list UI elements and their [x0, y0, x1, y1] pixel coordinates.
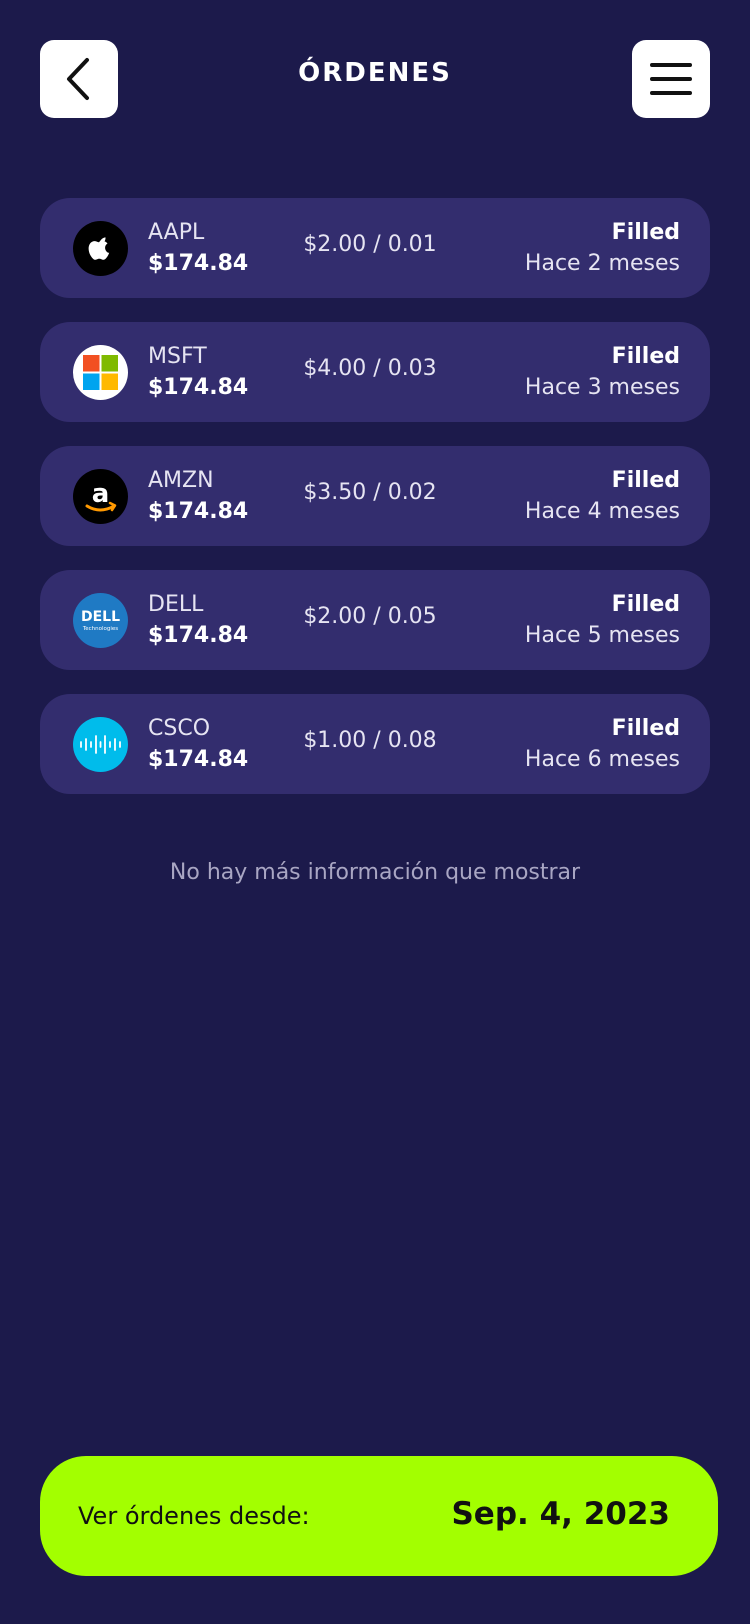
order-status: Filled	[611, 716, 680, 741]
ticker-price: $174.84	[148, 499, 249, 524]
order-card[interactable]: a AMZN $174.84 $3.50 / 0.02 Filled Hace …	[40, 446, 710, 546]
orders-list: AAPL $174.84 $2.00 / 0.01 Filled Hace 2 …	[40, 198, 710, 818]
microsoft-logo-icon	[73, 345, 128, 400]
apple-logo-icon	[73, 221, 128, 276]
order-card[interactable]: AAPL $174.84 $2.00 / 0.01 Filled Hace 2 …	[40, 198, 710, 298]
date-filter-button[interactable]: Ver órdenes desde: Sep. 4, 2023	[40, 1456, 718, 1576]
order-status: Filled	[611, 592, 680, 617]
order-time: Hace 6 meses	[524, 747, 680, 772]
svg-text:DELL: DELL	[81, 609, 120, 625]
svg-text:a: a	[92, 479, 110, 509]
ticker-symbol: MSFT	[148, 344, 207, 369]
hamburger-menu-icon	[650, 63, 692, 95]
ticker-symbol: AMZN	[148, 468, 214, 493]
cisco-logo-icon	[73, 717, 128, 772]
dell-logo-icon: DELL Technologies	[73, 593, 128, 648]
ticker-block: DELL $174.84	[148, 590, 248, 652]
order-status: Filled	[611, 344, 680, 369]
header: ÓRDENES	[0, 0, 750, 160]
order-status: Filled	[611, 220, 680, 245]
ticker-price: $174.84	[148, 375, 249, 400]
order-card[interactable]: MSFT $174.84 $4.00 / 0.03 Filled Hace 3 …	[40, 322, 710, 422]
status-block: Filled Hace 5 meses	[525, 590, 680, 652]
empty-message: No hay más información que mostrar	[169, 860, 581, 885]
order-status: Filled	[611, 468, 680, 493]
ticker-price: $174.84	[148, 623, 249, 648]
ticker-symbol: AAPL	[148, 220, 205, 245]
orders-screen: ÓRDENES AAPL $174.84 $2.00 / 0.01 Filled…	[0, 0, 750, 1624]
order-card[interactable]: CSCO $174.84 $1.00 / 0.08 Filled Hace 6 …	[40, 694, 710, 794]
order-amount: $4.00 / 0.03	[303, 356, 437, 381]
ticker-block: AMZN $174.84	[148, 466, 248, 528]
order-amount: $2.00 / 0.01	[303, 232, 437, 257]
ticker-block: CSCO $174.84	[148, 714, 248, 776]
status-block: Filled Hace 4 meses	[525, 466, 680, 528]
order-time: Hace 3 meses	[524, 375, 680, 400]
order-amount: $3.50 / 0.02	[303, 480, 437, 505]
ticker-symbol: CSCO	[148, 716, 211, 741]
ticker-symbol: DELL	[148, 592, 204, 617]
ticker-block: AAPL $174.84	[148, 218, 248, 280]
order-time: Hace 2 meses	[524, 251, 680, 276]
menu-button[interactable]	[632, 40, 710, 118]
status-block: Filled Hace 6 meses	[525, 714, 680, 776]
ticker-price: $174.84	[148, 747, 249, 772]
order-time: Hace 5 meses	[524, 623, 680, 648]
amazon-logo-icon: a	[73, 469, 128, 524]
date-filter-value: Sep. 4, 2023	[451, 1496, 670, 1532]
svg-text:Technologies: Technologies	[82, 626, 118, 632]
ticker-price: $174.84	[148, 251, 249, 276]
order-card[interactable]: DELL Technologies DELL $174.84 $2.00 / 0…	[40, 570, 710, 670]
order-amount: $1.00 / 0.08	[303, 728, 437, 753]
order-amount: $2.00 / 0.05	[303, 604, 437, 629]
status-block: Filled Hace 3 meses	[525, 342, 680, 404]
ticker-block: MSFT $174.84	[148, 342, 248, 404]
status-block: Filled Hace 2 meses	[525, 218, 680, 280]
date-filter-label: Ver órdenes desde:	[78, 1502, 310, 1530]
order-time: Hace 4 meses	[524, 499, 680, 524]
